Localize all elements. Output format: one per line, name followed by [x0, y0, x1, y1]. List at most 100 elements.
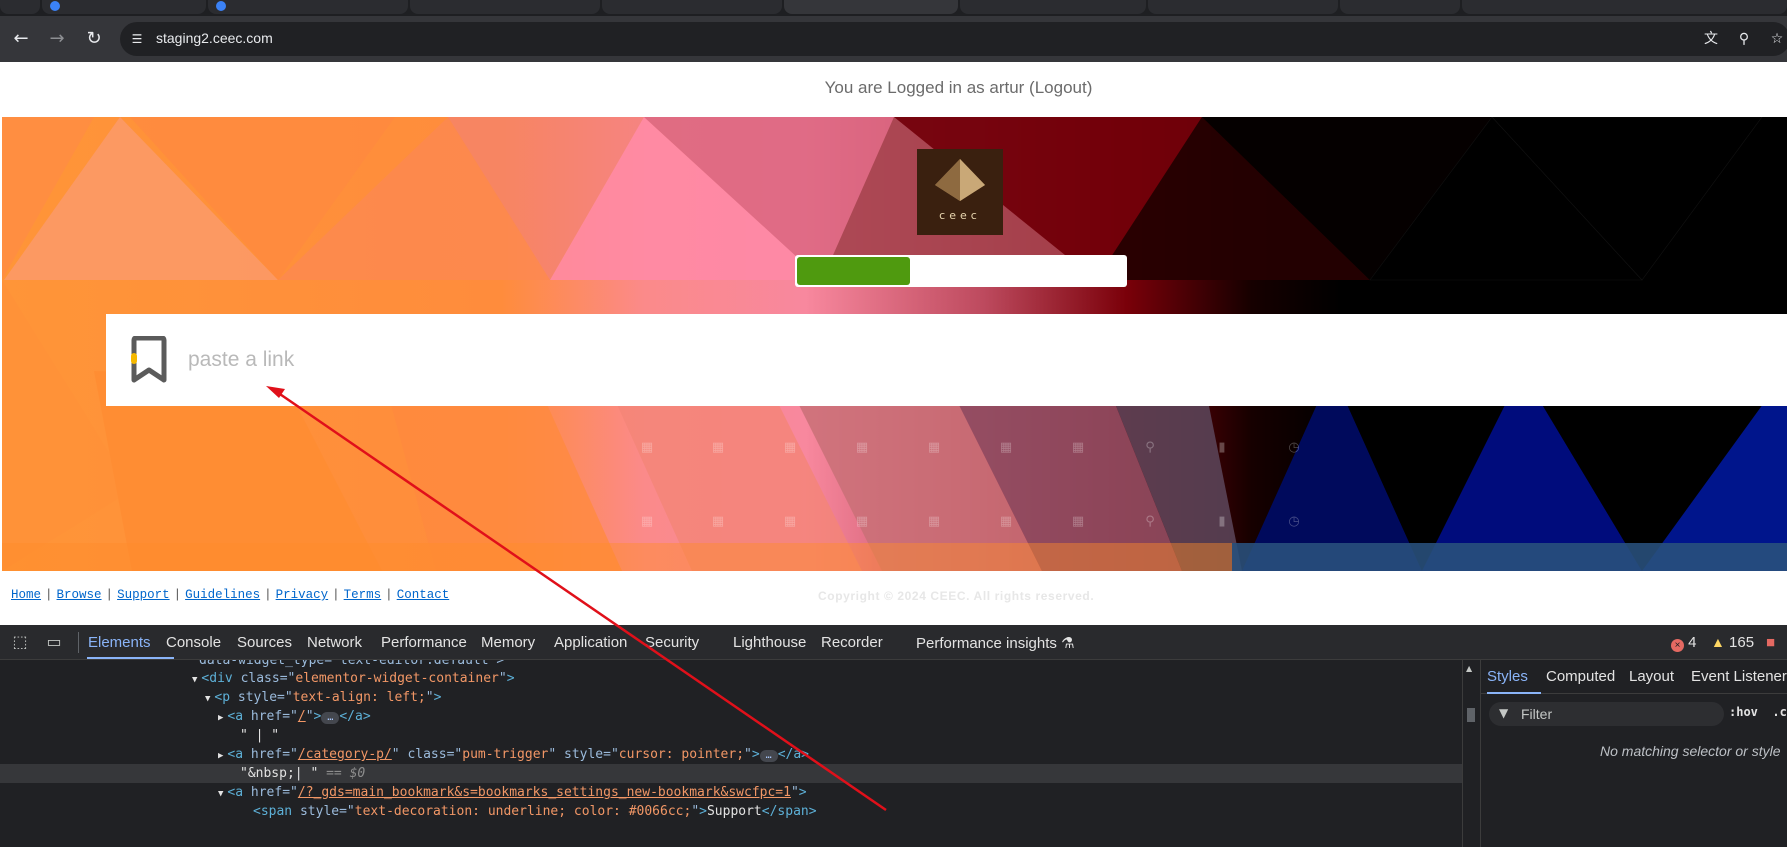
reload-icon[interactable]: ↻	[79, 24, 109, 54]
grid-icon: ▦	[1071, 440, 1085, 455]
inspect-element-icon[interactable]: ⬚	[9, 631, 31, 653]
grid-icon: ▦	[711, 514, 725, 529]
zoom-icon[interactable]: ⚲	[1735, 30, 1753, 48]
browser-tab[interactable]	[410, 0, 600, 14]
site-footer: Home | Browse | Support | Guidelines | Privacy | T…	[0, 571, 1787, 625]
hov-toggle[interactable]: :hov	[1729, 705, 1758, 719]
browser-toolbar: ← → ↻ ☰ staging2.ceec.com 文 ⚲ ☆	[0, 16, 1787, 62]
devtools-tab-elements[interactable]: Elements	[88, 634, 151, 651]
footer-link-contact[interactable]: Contact	[397, 588, 450, 602]
login-bar: You are Logged in as artur (Logout)	[0, 62, 1787, 117]
logo-diamond-icon	[935, 159, 985, 201]
devtools-tab-memory[interactable]: Memory	[481, 634, 535, 651]
devtools-tab-application[interactable]: Application	[554, 634, 627, 651]
issues-icon[interactable]: ■	[1766, 634, 1775, 651]
devtools-tab-performance-insights[interactable]: Performance insights ⚗	[916, 634, 1075, 652]
device-toolbar-icon[interactable]: ▭	[43, 631, 65, 653]
dom-scrollbar[interactable]: ▲	[1462, 660, 1478, 847]
footer-link-browse[interactable]: Browse	[57, 588, 102, 602]
browser-tab-active[interactable]	[784, 0, 958, 14]
dom-node-line[interactable]: ▶ <a href="/">… </a>	[0, 707, 1462, 726]
collapsed-children-icon[interactable]: …	[321, 712, 340, 724]
search-icon: ⚲	[1145, 440, 1155, 455]
grid-icon: ▦	[783, 514, 797, 529]
styles-tab-layout[interactable]: Layout	[1629, 668, 1674, 685]
dom-node-line[interactable]: ▼ <p style="text-align: left;">	[0, 688, 1462, 707]
url-text[interactable]: staging2.ceec.com	[156, 30, 273, 46]
paste-link-input[interactable]	[188, 338, 1088, 382]
footer-link-support[interactable]: Support	[117, 588, 170, 602]
devtools-tab-security[interactable]: Security	[645, 634, 699, 651]
styles-pane: Styles Computed Layout Event Listeners ▼ :h…	[1480, 660, 1787, 847]
devtools-tab-lighthouse[interactable]: Lighthouse	[733, 634, 806, 651]
address-bar[interactable]: ☰ staging2.ceec.com 文 ⚲ ☆	[120, 22, 1787, 56]
login-status-text[interactable]: You are Logged in as artur (Logout)	[825, 78, 1093, 98]
scroll-up-icon[interactable]: ▲	[1466, 664, 1472, 673]
footer-separator: |	[385, 588, 393, 602]
hero-banner: ▦ ▦ ▦ ▦ ▦ ▦ ▦ ⚲ ▮ ◷ ▦ ▦ ▦ ▦ ▦ ▦ ▦ ⚲ ▮ ◷	[2, 117, 1787, 571]
error-counter[interactable]: × 4	[1671, 634, 1697, 652]
dom-node-line[interactable]: " | "	[0, 726, 1462, 745]
dom-node-line[interactable]: ▼ <a href="/?_gds=main_bookmark&s=bookmar…	[0, 783, 1462, 802]
styles-filter-input[interactable]	[1521, 705, 1711, 723]
devtools-tab-sources[interactable]: Sources	[237, 634, 292, 651]
paste-link-box[interactable]	[106, 314, 1787, 406]
collapsed-children-icon[interactable]: …	[759, 750, 778, 762]
browser-tab[interactable]	[960, 0, 1146, 14]
no-match-message: No matching selector or style	[1600, 743, 1781, 759]
clock-icon: ◷	[1288, 514, 1300, 529]
scrollbar-thumb[interactable]	[1467, 708, 1475, 722]
logo-text: ceec	[939, 209, 981, 222]
footer-link-home[interactable]: Home	[11, 588, 41, 602]
expand-triangle-open-icon[interactable]: ▼	[218, 789, 223, 799]
grid-icon: ▦	[999, 440, 1013, 455]
devtools-tab-performance[interactable]: Performance	[381, 634, 467, 651]
back-arrow-icon[interactable]: ←	[6, 24, 36, 54]
bookmark-icon: ▮	[1218, 514, 1226, 529]
styles-filter[interactable]: ▼	[1489, 702, 1724, 726]
expand-triangle-open-icon[interactable]: ▼	[205, 694, 210, 704]
warning-counter[interactable]: ▲ 165	[1711, 634, 1754, 651]
error-icon: ×	[1671, 639, 1684, 652]
grid-icon: ▦	[927, 440, 941, 455]
toolbar-divider	[78, 632, 79, 653]
cls-toggle[interactable]: .cls	[1772, 705, 1787, 719]
copyright-text: Copyright © 2024 CEEC. All rights reserv…	[818, 589, 1095, 603]
footer-link-terms[interactable]: Terms	[344, 588, 382, 602]
footer-separator: |	[332, 588, 340, 602]
browser-tab[interactable]	[1462, 0, 1787, 14]
footer-separator: |	[264, 588, 272, 602]
browser-tab[interactable]	[602, 0, 782, 14]
grid-icon: ▦	[855, 514, 869, 529]
bookmark-star-icon[interactable]: ☆	[1768, 30, 1786, 48]
devtools-tab-recorder[interactable]: Recorder	[821, 634, 883, 651]
footer-link-privacy[interactable]: Privacy	[276, 588, 329, 602]
translate-icon[interactable]: 文	[1702, 30, 1720, 48]
site-info-icon[interactable]: ☰	[128, 30, 146, 48]
dom-node-line[interactable]: ▼ <div class="elementor-widget-container"…	[0, 669, 1462, 688]
expand-triangle-open-icon[interactable]: ▼	[192, 675, 197, 685]
browser-tab[interactable]	[0, 0, 40, 14]
devtools-tab-network[interactable]: Network	[307, 634, 362, 651]
elements-dom-tree[interactable]: … data-widget_type="text-editor.default"…	[0, 660, 1462, 847]
expand-triangle-closed-icon[interactable]: ▶	[218, 751, 223, 761]
browser-tab[interactable]	[1340, 0, 1460, 14]
footer-link-guidelines[interactable]: Guidelines	[185, 588, 260, 602]
forward-arrow-icon[interactable]: →	[42, 24, 72, 54]
browser-tab-strip	[0, 0, 1787, 16]
styles-tab-computed[interactable]: Computed	[1546, 668, 1615, 685]
browser-tab[interactable]	[208, 0, 408, 14]
ceec-logo[interactable]: ceec	[917, 149, 1003, 235]
dom-node-line[interactable]: ▶ <a href="/category-p/" class="pum-trigg…	[0, 745, 1462, 764]
dom-node-line[interactable]: "&nbsp;| " == $0	[0, 764, 1462, 783]
browser-tab[interactable]	[1148, 0, 1338, 14]
styles-tab-indicator	[1487, 692, 1541, 694]
bookmark-logo-icon	[131, 336, 167, 383]
expand-triangle-closed-icon[interactable]: ▶	[218, 713, 223, 723]
styles-tab-event-listeners[interactable]: Event Listeners	[1691, 668, 1787, 685]
styles-tab-styles[interactable]: Styles	[1487, 668, 1528, 685]
dom-node-line[interactable]: <span style="text-decoration: underline;…	[0, 802, 1462, 821]
footer-separator: |	[173, 588, 182, 602]
browser-tab[interactable]	[42, 0, 206, 14]
devtools-tab-console[interactable]: Console	[166, 634, 221, 651]
